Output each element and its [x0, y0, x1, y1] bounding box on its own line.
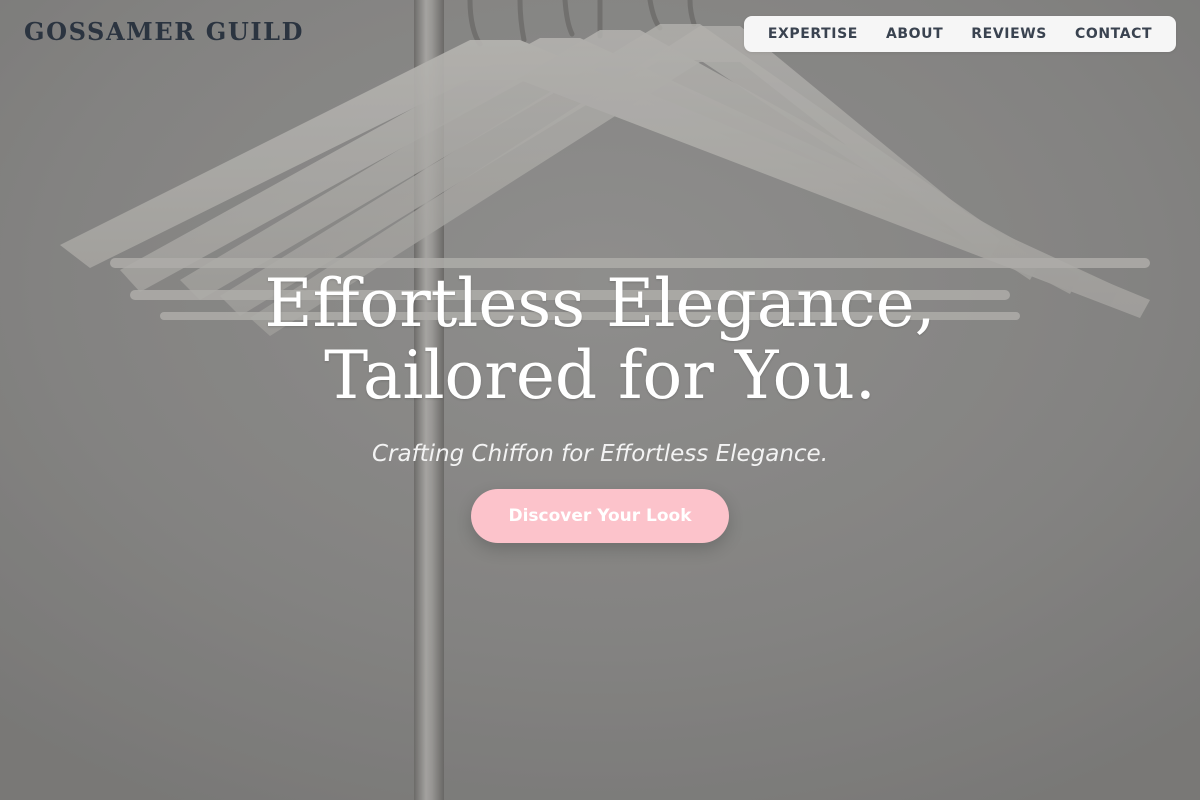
- hero-subtitle: Crafting Chiffon for Effortless Elegance…: [371, 441, 829, 467]
- nav-link-expertise[interactable]: EXPERTISE: [754, 26, 872, 42]
- brand-logo-text[interactable]: GOSSAMER GUILD: [24, 17, 304, 46]
- discover-your-look-button[interactable]: Discover Your Look: [471, 489, 729, 543]
- nav-link-contact[interactable]: CONTACT: [1061, 26, 1166, 42]
- nav-link-reviews[interactable]: REVIEWS: [957, 26, 1061, 42]
- hero-headline-line-1: Effortless Elegance,: [264, 265, 936, 342]
- nav-link-about[interactable]: ABOUT: [872, 26, 957, 42]
- main-nav: EXPERTISE ABOUT REVIEWS CONTACT: [744, 16, 1176, 52]
- hero-section: GOSSAMER GUILD EXPERTISE ABOUT REVIEWS C…: [0, 0, 1200, 800]
- hero-headline-line-2: Tailored for You.: [324, 337, 876, 414]
- hero-headline: Effortless Elegance, Tailored for You.: [150, 268, 1050, 412]
